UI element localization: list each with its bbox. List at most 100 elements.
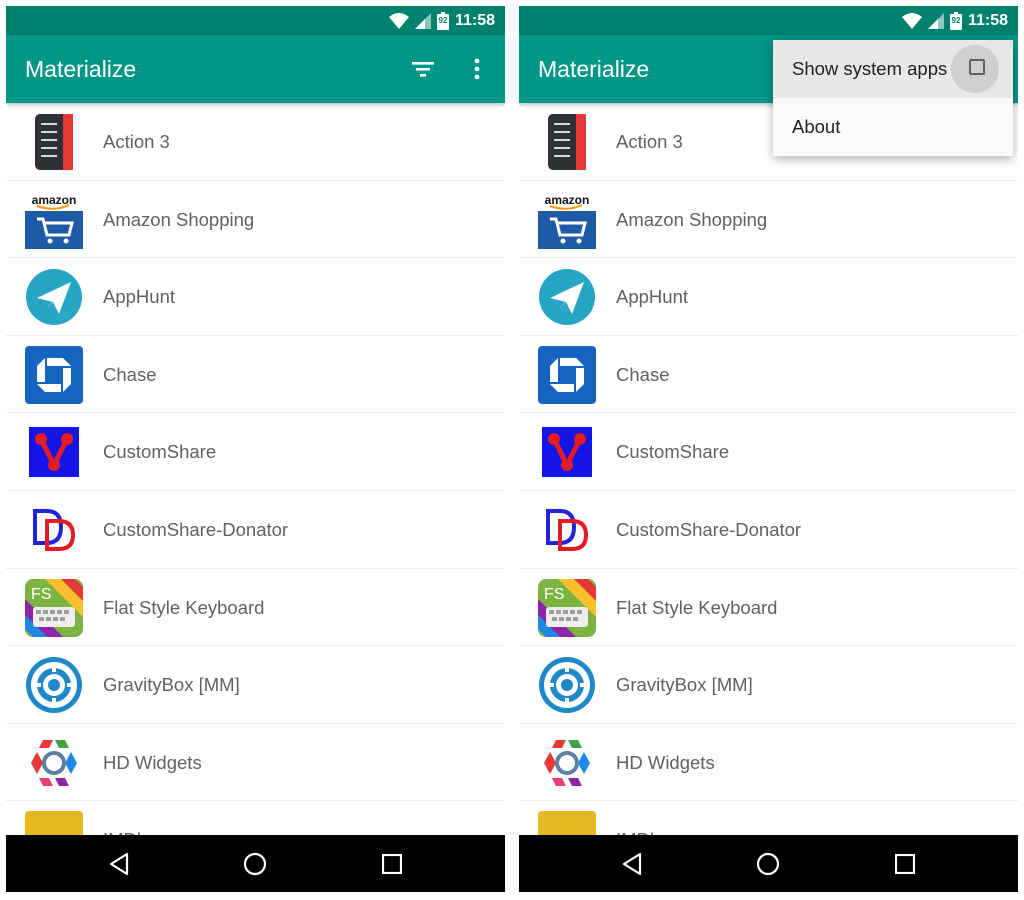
imdb-icon — [25, 811, 83, 835]
keyboard-logo-text: FS — [544, 586, 564, 603]
list-item[interactable]: CustomShare — [519, 413, 1018, 491]
list-item[interactable]: HD Widgets — [6, 723, 505, 802]
battery-icon: 92 — [436, 11, 449, 30]
back-icon — [623, 852, 642, 875]
back-icon — [110, 852, 129, 875]
app-label: CustomShare-Donator — [616, 518, 802, 540]
action3-icon — [25, 113, 83, 171]
gravitybox-icon — [25, 656, 83, 714]
app-label: Chase — [616, 363, 670, 385]
app-label: IMDb — [616, 801, 660, 835]
donator-icon — [25, 501, 83, 559]
back-button[interactable] — [99, 844, 139, 884]
list-item[interactable]: GravityBox [MM] — [519, 646, 1018, 724]
customshare-icon — [25, 423, 83, 481]
amazon-logo-text: amazon — [32, 193, 77, 207]
app-label: IMDb — [103, 801, 147, 835]
chase-icon — [538, 345, 596, 404]
app-label: AppHunt — [616, 286, 688, 308]
amazon-logo-text: amazon — [545, 193, 590, 207]
donator-icon — [538, 501, 596, 559]
list-item[interactable]: amazon Amazon Shopping — [519, 180, 1018, 259]
filter-button[interactable] — [405, 51, 441, 87]
apphunt-icon — [25, 268, 83, 326]
list-item[interactable]: HD Widgets — [519, 723, 1018, 802]
hdwidgets-icon — [25, 734, 83, 792]
overflow-menu: Show system apps About — [773, 40, 1013, 156]
menu-item-label: About — [792, 116, 841, 137]
gravitybox-icon — [538, 656, 596, 714]
wifi-icon — [388, 12, 409, 29]
navigation-bar — [6, 835, 505, 892]
show-system-apps-checkbox[interactable] — [969, 59, 985, 75]
list-item[interactable]: IMDb — [519, 801, 1018, 835]
phone-screen-right: 92 11:58 Materialize Show system apps Ab… — [519, 6, 1018, 892]
wifi-icon — [901, 12, 922, 29]
list-item[interactable]: CustomShare — [6, 413, 505, 491]
status-bar: 92 11:58 — [6, 6, 505, 35]
menu-item-label: Show system apps — [792, 58, 948, 79]
filter-icon — [412, 62, 434, 77]
apphunt-icon — [538, 268, 596, 326]
amazon-icon: amazon — [25, 190, 83, 249]
back-button[interactable] — [612, 844, 652, 884]
list-item[interactable]: Action 3 — [6, 103, 505, 181]
app-label: GravityBox [MM] — [103, 674, 240, 696]
list-item[interactable]: GravityBox [MM] — [6, 646, 505, 724]
app-label: Flat Style Keyboard — [103, 596, 265, 618]
chase-icon — [25, 345, 83, 404]
list-item[interactable]: CustomShare-Donator — [519, 490, 1018, 569]
list-item[interactable]: Chase — [6, 335, 505, 414]
customshare-icon — [538, 423, 596, 481]
app-label: Action 3 — [616, 131, 683, 152]
keyboard-icon: FS — [538, 578, 596, 637]
navigation-bar — [519, 835, 1018, 892]
home-button[interactable] — [748, 844, 788, 884]
list-item[interactable]: IMDb — [6, 801, 505, 835]
list-item[interactable]: FS Flat Style Keyboard — [6, 568, 505, 647]
recents-button[interactable] — [372, 844, 412, 884]
app-label: CustomShare-Donator — [103, 518, 289, 540]
action3-icon — [538, 113, 596, 171]
toolbar: Materialize — [6, 35, 505, 103]
app-label: HD Widgets — [103, 751, 202, 773]
menu-item-about[interactable]: About — [773, 98, 1013, 156]
app-label: CustomShare — [103, 441, 217, 463]
clock: 11:58 — [967, 11, 1008, 29]
app-list[interactable]: Action 3 amazon Amazon Shopping AppHunt … — [519, 103, 1018, 835]
recents-icon — [894, 853, 915, 874]
list-item[interactable]: AppHunt — [6, 258, 505, 336]
status-bar: 92 11:58 — [519, 6, 1018, 35]
signal-icon — [927, 12, 944, 29]
clock: 11:58 — [454, 11, 495, 29]
home-button[interactable] — [235, 844, 275, 884]
list-item[interactable]: FS Flat Style Keyboard — [519, 568, 1018, 647]
recents-icon — [381, 853, 402, 874]
list-item[interactable]: amazon Amazon Shopping — [6, 180, 505, 259]
app-label: Chase — [103, 363, 157, 385]
app-title: Materialize — [25, 56, 137, 82]
recents-button[interactable] — [885, 844, 925, 884]
keyboard-logo-text: FS — [31, 586, 51, 603]
app-label: AppHunt — [103, 286, 175, 308]
hdwidgets-icon — [538, 734, 596, 792]
list-item[interactable]: AppHunt — [519, 258, 1018, 336]
signal-icon — [414, 12, 431, 29]
menu-item-show-system-apps[interactable]: Show system apps — [773, 40, 1013, 98]
app-label: GravityBox [MM] — [616, 674, 753, 696]
list-item[interactable]: CustomShare-Donator — [6, 490, 505, 569]
overflow-menu-button[interactable] — [459, 51, 495, 87]
app-title: Materialize — [538, 56, 650, 82]
app-list[interactable]: Action 3 amazon Amazon Shopping AppHunt … — [6, 103, 505, 835]
app-label: Amazon Shopping — [616, 208, 768, 230]
battery-icon: 92 — [949, 11, 962, 30]
app-label: CustomShare — [616, 441, 730, 463]
app-label: Amazon Shopping — [103, 208, 255, 230]
home-icon — [757, 852, 780, 875]
home-icon — [244, 852, 267, 875]
list-item[interactable]: Chase — [519, 335, 1018, 414]
keyboard-icon: FS — [25, 578, 83, 637]
app-label: HD Widgets — [616, 751, 715, 773]
imdb-icon — [538, 811, 596, 835]
phone-screen-left: 92 11:58 Materialize Action 3 amazon Ama… — [6, 6, 505, 892]
